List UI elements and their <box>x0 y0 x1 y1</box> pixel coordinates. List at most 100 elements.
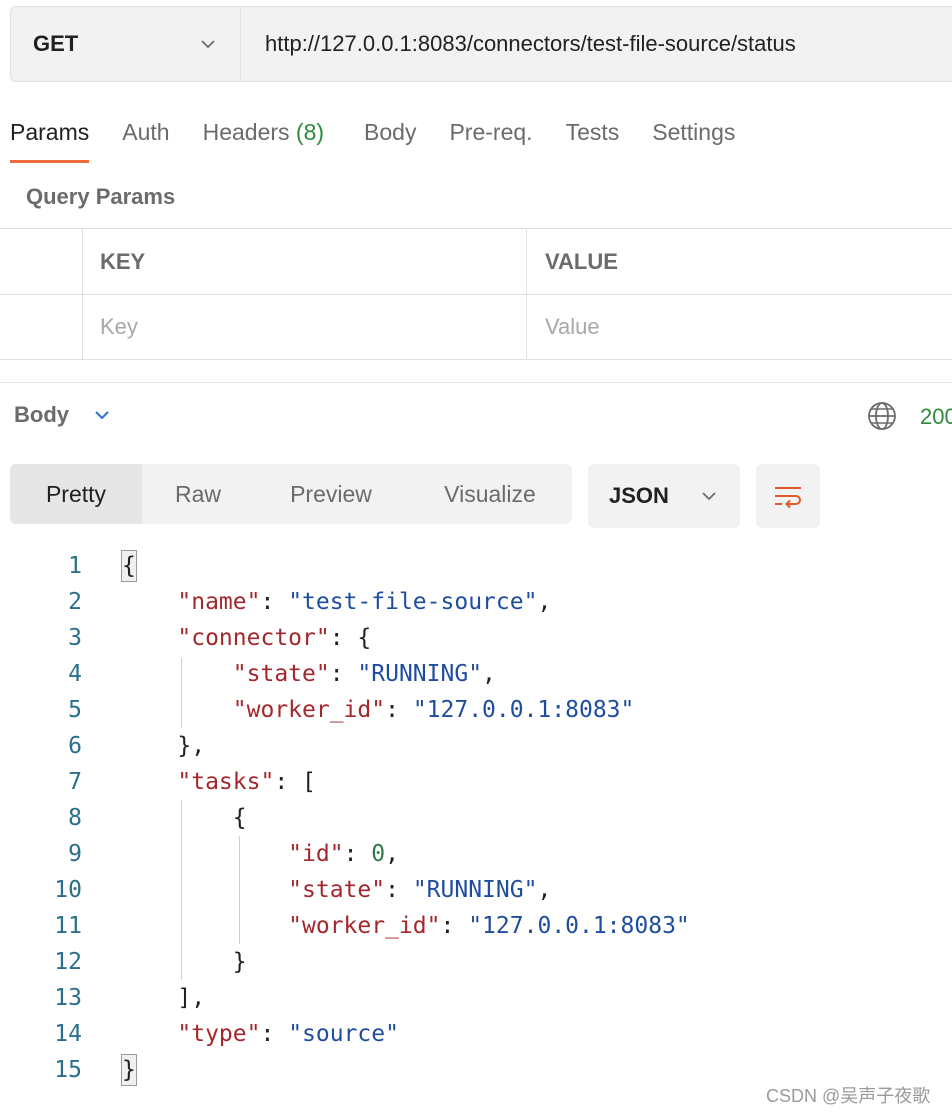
code-token: } <box>121 1054 137 1086</box>
globe-icon[interactable] <box>866 400 898 432</box>
code-token: ], <box>122 985 206 1011</box>
response-code-view[interactable]: 1{2 "name": "test-file-source", 3 "connec… <box>0 548 952 1088</box>
chevron-down-icon <box>201 40 215 49</box>
code-token: "worker_id" <box>288 913 441 939</box>
code-token: "type" <box>177 1021 261 1047</box>
code-token: "RUNNING" <box>412 877 538 903</box>
code-token: "127.0.0.1:8083" <box>412 697 635 723</box>
params-empty-row: Key Value <box>0 294 952 360</box>
code-line: 11 "worker_id": "127.0.0.1:8083" <box>0 908 952 944</box>
code-content: }, <box>122 728 205 764</box>
code-line: 8 { <box>0 800 952 836</box>
view-tab-raw[interactable]: Raw <box>142 464 254 524</box>
code-token: "state" <box>288 877 386 903</box>
code-token: "127.0.0.1:8083" <box>468 913 690 939</box>
line-number: 12 <box>54 949 82 975</box>
code-content: { <box>121 548 137 584</box>
code-content: "type": "source" <box>122 1016 399 1052</box>
line-number: 1 <box>68 553 82 579</box>
view-tab-visualize[interactable]: Visualize <box>408 464 572 524</box>
status-code[interactable]: 200 <box>920 404 952 430</box>
tab-auth[interactable]: Auth <box>122 112 169 152</box>
chevron-down-icon <box>95 411 109 420</box>
code-content: { <box>122 800 247 836</box>
code-content: "name": "test-file-source", <box>122 584 551 620</box>
tab-pre-request[interactable]: Pre-req. <box>449 112 532 152</box>
wrap-lines-icon <box>775 487 801 509</box>
url-text: http://127.0.0.1:8083/connectors/test-fi… <box>265 31 796 56</box>
pane-divider[interactable] <box>0 382 952 383</box>
param-key-input[interactable]: Key <box>83 295 527 359</box>
headers-count: (8) <box>295 119 325 145</box>
code-content: "state": "RUNNING", <box>122 656 496 692</box>
params-checkbox-header <box>0 229 83 294</box>
code-token: , <box>537 589 552 615</box>
code-line: 14 "type": "source" <box>0 1016 952 1052</box>
query-params-table: KEY VALUE Key Value <box>0 228 952 360</box>
code-content: } <box>121 1052 137 1088</box>
code-token: } <box>122 949 247 975</box>
code-content: "worker_id": "127.0.0.1:8083" <box>122 692 635 728</box>
code-token: "name" <box>177 589 261 615</box>
line-number: 9 <box>68 841 82 867</box>
method-select[interactable]: GET <box>11 7 241 81</box>
code-token: "connector" <box>177 625 330 651</box>
code-token: , <box>385 841 399 867</box>
line-number: 4 <box>68 661 82 687</box>
url-input[interactable]: http://127.0.0.1:8083/connectors/test-fi… <box>241 7 952 81</box>
code-token: "tasks" <box>177 769 275 795</box>
code-line: 9 "id": 0, <box>0 836 952 872</box>
format-label: JSON <box>609 483 669 508</box>
tab-headers[interactable]: Headers (8) <box>203 112 324 152</box>
param-value-input[interactable]: Value <box>527 295 952 359</box>
code-token: "test-file-source" <box>288 589 538 615</box>
params-key-header: KEY <box>83 229 527 294</box>
code-token: "source" <box>288 1021 399 1047</box>
code-token: { <box>121 550 137 582</box>
line-number: 13 <box>54 985 82 1011</box>
tab-tests[interactable]: Tests <box>566 112 620 152</box>
code-token: : <box>343 841 372 867</box>
code-token: : <box>260 589 289 615</box>
code-line: 12 } <box>0 944 952 980</box>
view-tab-pretty[interactable]: Pretty <box>10 464 142 524</box>
method-label: GET <box>33 31 79 56</box>
line-number: 5 <box>68 697 82 723</box>
code-content: "id": 0, <box>122 836 399 872</box>
code-token: : <box>440 913 469 939</box>
tab-params[interactable]: Params <box>10 112 90 163</box>
code-token: "RUNNING" <box>357 661 483 687</box>
code-content: ], <box>122 980 205 1016</box>
tab-body[interactable]: Body <box>364 112 416 152</box>
response-body-dropdown[interactable]: Body <box>14 402 113 428</box>
params-header-row: KEY VALUE <box>0 228 952 294</box>
query-params-title: Query Params <box>26 184 176 209</box>
code-token: { <box>122 805 247 831</box>
format-select[interactable]: JSON <box>588 464 740 528</box>
code-content: "state": "RUNNING", <box>122 872 551 908</box>
code-line: 2 "name": "test-file-source", <box>0 584 952 620</box>
tab-settings[interactable]: Settings <box>652 112 735 152</box>
code-line: 1{ <box>0 548 952 584</box>
line-number: 14 <box>54 1021 82 1047</box>
line-number: 15 <box>54 1057 82 1083</box>
code-token: "state" <box>232 661 330 687</box>
view-tab-preview[interactable]: Preview <box>254 464 408 524</box>
code-line: 13 ], <box>0 980 952 1016</box>
code-token: : [ <box>274 769 316 795</box>
wrap-lines-button[interactable] <box>756 464 820 528</box>
url-bar: GET http://127.0.0.1:8083/connectors/tes… <box>10 6 952 82</box>
code-token: : <box>329 661 358 687</box>
code-token: "id" <box>288 841 344 867</box>
watermark: CSDN @吴声子夜歌 <box>766 1086 931 1106</box>
code-token: : { <box>329 625 372 651</box>
code-token: , <box>482 661 496 687</box>
params-row-checkbox[interactable] <box>0 295 83 359</box>
